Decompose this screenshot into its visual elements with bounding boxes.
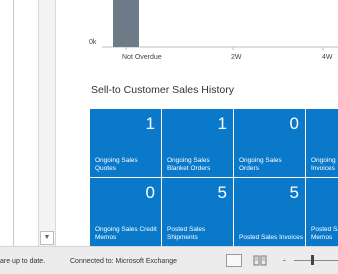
navigation-pane: ▼ <box>0 0 64 246</box>
cue-tile-posted-sales-invoices[interactable]: 5 Posted Sales Invoices <box>234 178 305 246</box>
x-tick-label-not-overdue: Not Overdue <box>122 54 162 61</box>
cue-tile-ongoing-sales-credit-memos[interactable]: 0 Ongoing Sales Credit Memos <box>90 178 161 246</box>
aging-chart-svg <box>102 0 338 50</box>
cue-tile-ongoing-sales-orders[interactable]: 0 Ongoing Sales Orders <box>234 109 305 177</box>
cue-tile-ongoing-sales-blanket-orders[interactable]: 1 Ongoing Sales Blanket Orders <box>162 109 233 177</box>
cue-label: Ongoing Sales Orders <box>239 157 282 172</box>
zoom-slider-thumb[interactable] <box>311 255 314 265</box>
cue-label: Ongoing Sales Blanket Orders <box>167 157 211 172</box>
cue-label: Ongoing Sales Invoices <box>311 157 338 172</box>
zoom-slider-track[interactable] <box>294 260 338 261</box>
cue-tile-ongoing-sales-quotes[interactable]: 1 Ongoing Sales Quotes <box>90 109 161 177</box>
pane-divider <box>13 0 14 246</box>
cue-tile-posted-sales-credit-memos[interactable]: Posted Sales Credit Memos <box>306 178 338 246</box>
cue-count: 1 <box>217 114 227 133</box>
reading-view-icon[interactable] <box>252 254 268 267</box>
cue-label: Posted Sales Shipments <box>167 226 206 241</box>
sales-history-title: Sell-to Customer Sales History <box>91 84 234 96</box>
cue-count: 5 <box>289 183 299 202</box>
vertical-scrollbar[interactable]: ▼ <box>38 0 56 246</box>
cue-tile-posted-sales-shipments[interactable]: 5 Posted Sales Shipments <box>162 178 233 246</box>
y-tick-label: 0k <box>89 39 97 46</box>
cue-label: Ongoing Sales Credit Memos <box>95 226 157 241</box>
cue-count: 5 <box>217 183 227 202</box>
x-tick-label-2w: 2W <box>231 54 242 61</box>
scroll-down-arrow-icon[interactable]: ▼ <box>40 231 54 245</box>
x-tick-label-4w: 4W <box>322 54 333 61</box>
cue-tile-ongoing-sales-invoices[interactable]: Ongoing Sales Invoices <box>306 109 338 177</box>
chart-bar-not-overdue[interactable] <box>113 0 139 47</box>
normal-view-icon[interactable] <box>226 254 242 267</box>
connection-status-text[interactable]: Connected to: Microsoft Exchange <box>70 258 177 265</box>
cue-count: 1 <box>145 114 155 133</box>
cue-count: 0 <box>145 183 155 202</box>
cue-label: Posted Sales Credit Memos <box>311 226 338 241</box>
cue-label: Posted Sales Invoices <box>239 233 303 241</box>
aging-chart: 0k Not Overdue 2W 4W <box>80 0 338 70</box>
status-bar: are up to date. Connected to: Microsoft … <box>0 246 338 274</box>
cue-count: 0 <box>289 114 299 133</box>
cue-label: Ongoing Sales Quotes <box>95 157 138 172</box>
zoom-out-button[interactable]: - <box>283 255 286 265</box>
sync-status-text: are up to date. <box>0 258 46 265</box>
